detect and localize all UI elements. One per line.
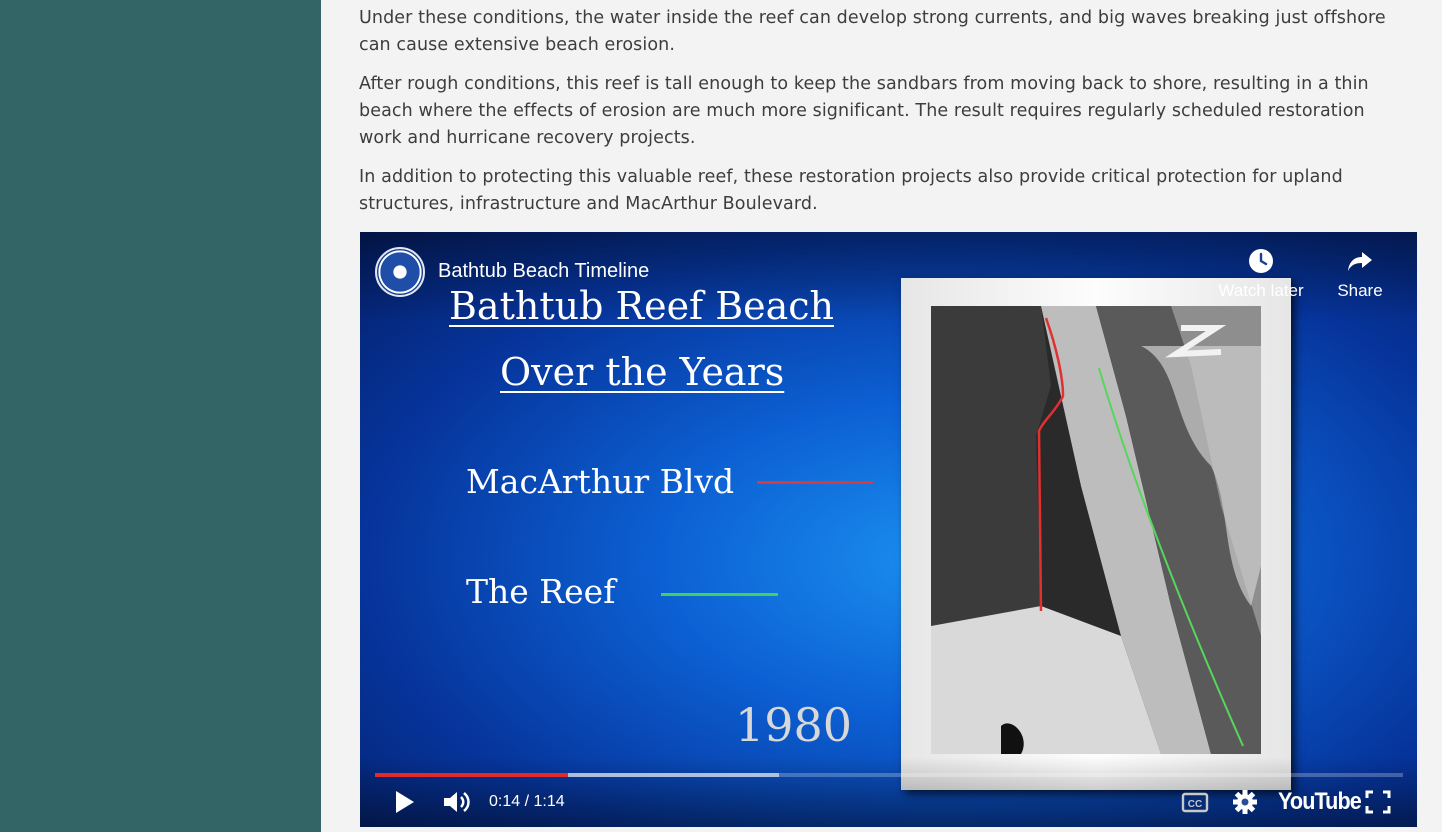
youtube-logo-button[interactable]: YouTube xyxy=(1278,788,1362,816)
article-paragraph-2: After rough conditions, this reef is tal… xyxy=(359,74,1369,148)
clock-icon xyxy=(1249,249,1273,273)
fullscreen-button[interactable] xyxy=(1363,786,1393,822)
time-display: 0:14 / 1:14 xyxy=(489,793,565,810)
video-title[interactable]: Bathtub Beach Timeline xyxy=(438,260,649,283)
legend-label-macarthur: MacArthur Blvd xyxy=(466,462,735,501)
article-paragraph-1: Under these conditions, the water inside… xyxy=(359,8,1386,55)
gear-icon xyxy=(1233,790,1257,814)
volume-icon xyxy=(444,792,470,812)
share-button[interactable]: Share xyxy=(1315,247,1405,301)
legend-line-red xyxy=(757,481,873,484)
watch-later-label: Watch later xyxy=(1218,281,1304,300)
share-label: Share xyxy=(1337,281,1383,300)
slide-year: 1980 xyxy=(735,698,853,752)
share-arrow-icon xyxy=(1348,252,1372,271)
slide-title-line-1: Bathtub Reef Beach xyxy=(449,284,835,328)
slide-title-line-2: Over the Years xyxy=(500,350,785,394)
play-icon xyxy=(396,791,414,813)
volume-button[interactable] xyxy=(440,786,474,822)
svg-text:CC: CC xyxy=(1188,799,1202,810)
cc-icon: CC xyxy=(1181,792,1209,813)
fullscreen-icon xyxy=(1365,790,1391,814)
progress-played xyxy=(375,773,569,777)
left-sidebar xyxy=(0,0,321,832)
article-paragraph-3: In addition to protecting this valuable … xyxy=(359,167,1343,214)
aerial-photo xyxy=(931,306,1261,754)
subtitles-button[interactable]: CC xyxy=(1180,786,1210,822)
progress-bar[interactable] xyxy=(375,773,1403,777)
settings-button[interactable] xyxy=(1230,786,1260,822)
legend-line-green xyxy=(661,593,778,596)
channel-logo[interactable] xyxy=(375,247,425,297)
watch-later-button[interactable]: Watch later xyxy=(1216,247,1306,301)
play-button[interactable] xyxy=(390,786,418,822)
youtube-video-player[interactable]: Bathtub Reef Beach Over the Years MacArt… xyxy=(360,232,1417,827)
legend-label-reef: The Reef xyxy=(466,572,616,611)
aerial-photo-frame xyxy=(901,278,1291,790)
aerial-photo-image xyxy=(931,306,1261,754)
